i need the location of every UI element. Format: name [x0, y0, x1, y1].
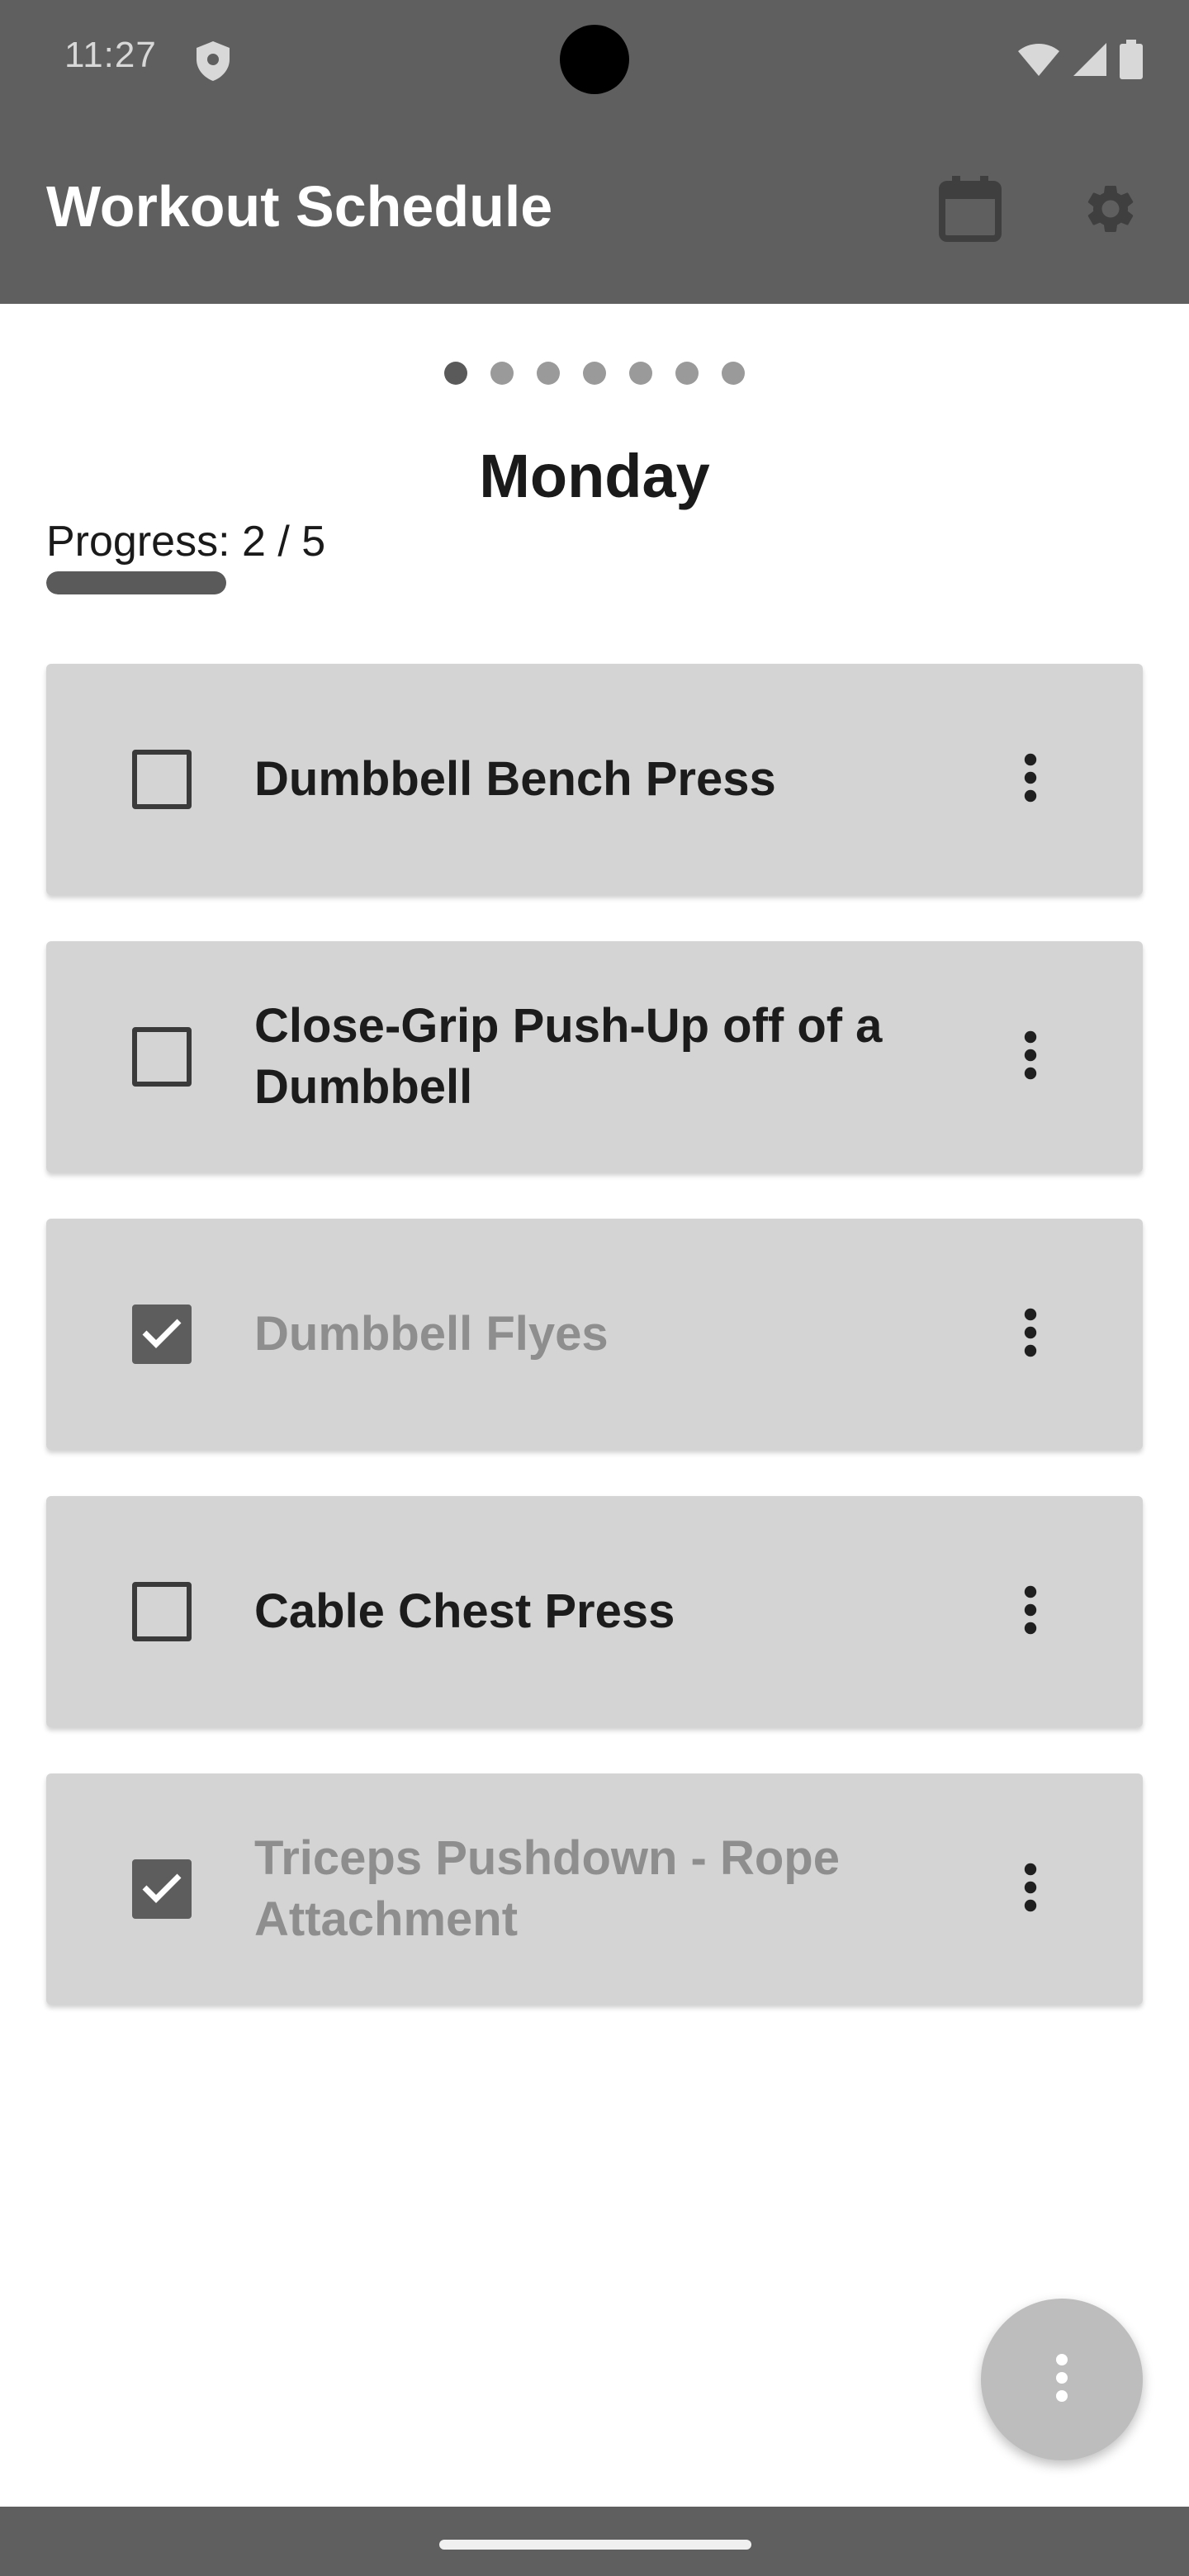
calendar-icon	[939, 175, 1002, 246]
more-vertical-icon	[1024, 1863, 1037, 1916]
exercise-name: Dumbbell Bench Press	[254, 752, 776, 806]
page-dot[interactable]	[490, 362, 514, 385]
navigation-bar	[0, 2507, 1189, 2576]
exercise-more-button[interactable]	[1006, 1585, 1055, 1639]
check-icon	[141, 1871, 182, 1908]
exercise-card[interactable]: Dumbbell Bench Press	[46, 664, 1143, 895]
exercise-name: Cable Chest Press	[254, 1584, 675, 1638]
page-dot[interactable]	[444, 362, 467, 385]
calendar-button[interactable]	[933, 173, 1007, 248]
more-vertical-icon	[1024, 1308, 1037, 1361]
exercise-name: Dumbbell Flyes	[254, 1307, 609, 1361]
exercise-more-button[interactable]	[1006, 1308, 1055, 1361]
shield-icon	[193, 40, 233, 83]
exercise-card[interactable]: Triceps Pushdown - Rope Attachment	[46, 1773, 1143, 2005]
exercise-name: Close-Grip Push-Up off of a Dumbbell	[254, 999, 883, 1114]
progress-bar	[46, 571, 497, 594]
exercise-list: Dumbbell Bench Press Close-Grip Push-Up o…	[46, 664, 1143, 2051]
exercise-card[interactable]: Cable Chest Press	[46, 1496, 1143, 1727]
more-vertical-icon	[1024, 753, 1037, 807]
page-dot[interactable]	[675, 362, 699, 385]
gear-icon	[1082, 180, 1139, 242]
app-bar: Workout Schedule	[0, 119, 1189, 304]
page-dot[interactable]	[722, 362, 745, 385]
more-vertical-icon	[1024, 1030, 1037, 1084]
page-dot[interactable]	[583, 362, 606, 385]
exercise-card[interactable]: Close-Grip Push-Up off of a Dumbbell	[46, 941, 1143, 1172]
signal-icon	[1072, 41, 1108, 78]
more-options-fab[interactable]	[981, 2299, 1143, 2460]
battery-icon	[1120, 40, 1143, 79]
exercise-more-button[interactable]	[1006, 1863, 1055, 1916]
settings-button[interactable]	[1073, 173, 1148, 248]
progress-bar-fill	[46, 571, 227, 594]
checkbox-checked[interactable]	[132, 1305, 192, 1364]
more-vertical-icon	[1024, 1585, 1037, 1639]
status-icons	[1017, 40, 1143, 79]
exercise-more-button[interactable]	[1006, 1030, 1055, 1084]
wifi-icon	[1017, 41, 1060, 78]
page-indicator[interactable]	[0, 362, 1189, 385]
status-bar: 11:27	[0, 0, 1189, 119]
check-icon	[141, 1316, 182, 1353]
progress-label: Progress: 2 / 5	[46, 518, 326, 566]
exercise-more-button[interactable]	[1006, 753, 1055, 807]
checkbox-unchecked[interactable]	[132, 750, 192, 809]
more-vertical-icon	[1054, 2353, 1070, 2407]
page-dot[interactable]	[537, 362, 560, 385]
home-gesture-handle[interactable]	[439, 2540, 751, 2550]
page-title: Workout Schedule	[46, 174, 553, 239]
page-dot[interactable]	[629, 362, 652, 385]
camera-cutout	[560, 25, 629, 94]
checkbox-unchecked[interactable]	[132, 1027, 192, 1087]
checkbox-checked[interactable]	[132, 1859, 192, 1919]
exercise-card[interactable]: Dumbbell Flyes	[46, 1219, 1143, 1450]
checkbox-unchecked[interactable]	[132, 1582, 192, 1641]
exercise-name: Triceps Pushdown - Rope Attachment	[254, 1831, 840, 1946]
status-time: 11:27	[64, 35, 157, 75]
day-title: Monday	[479, 442, 710, 510]
